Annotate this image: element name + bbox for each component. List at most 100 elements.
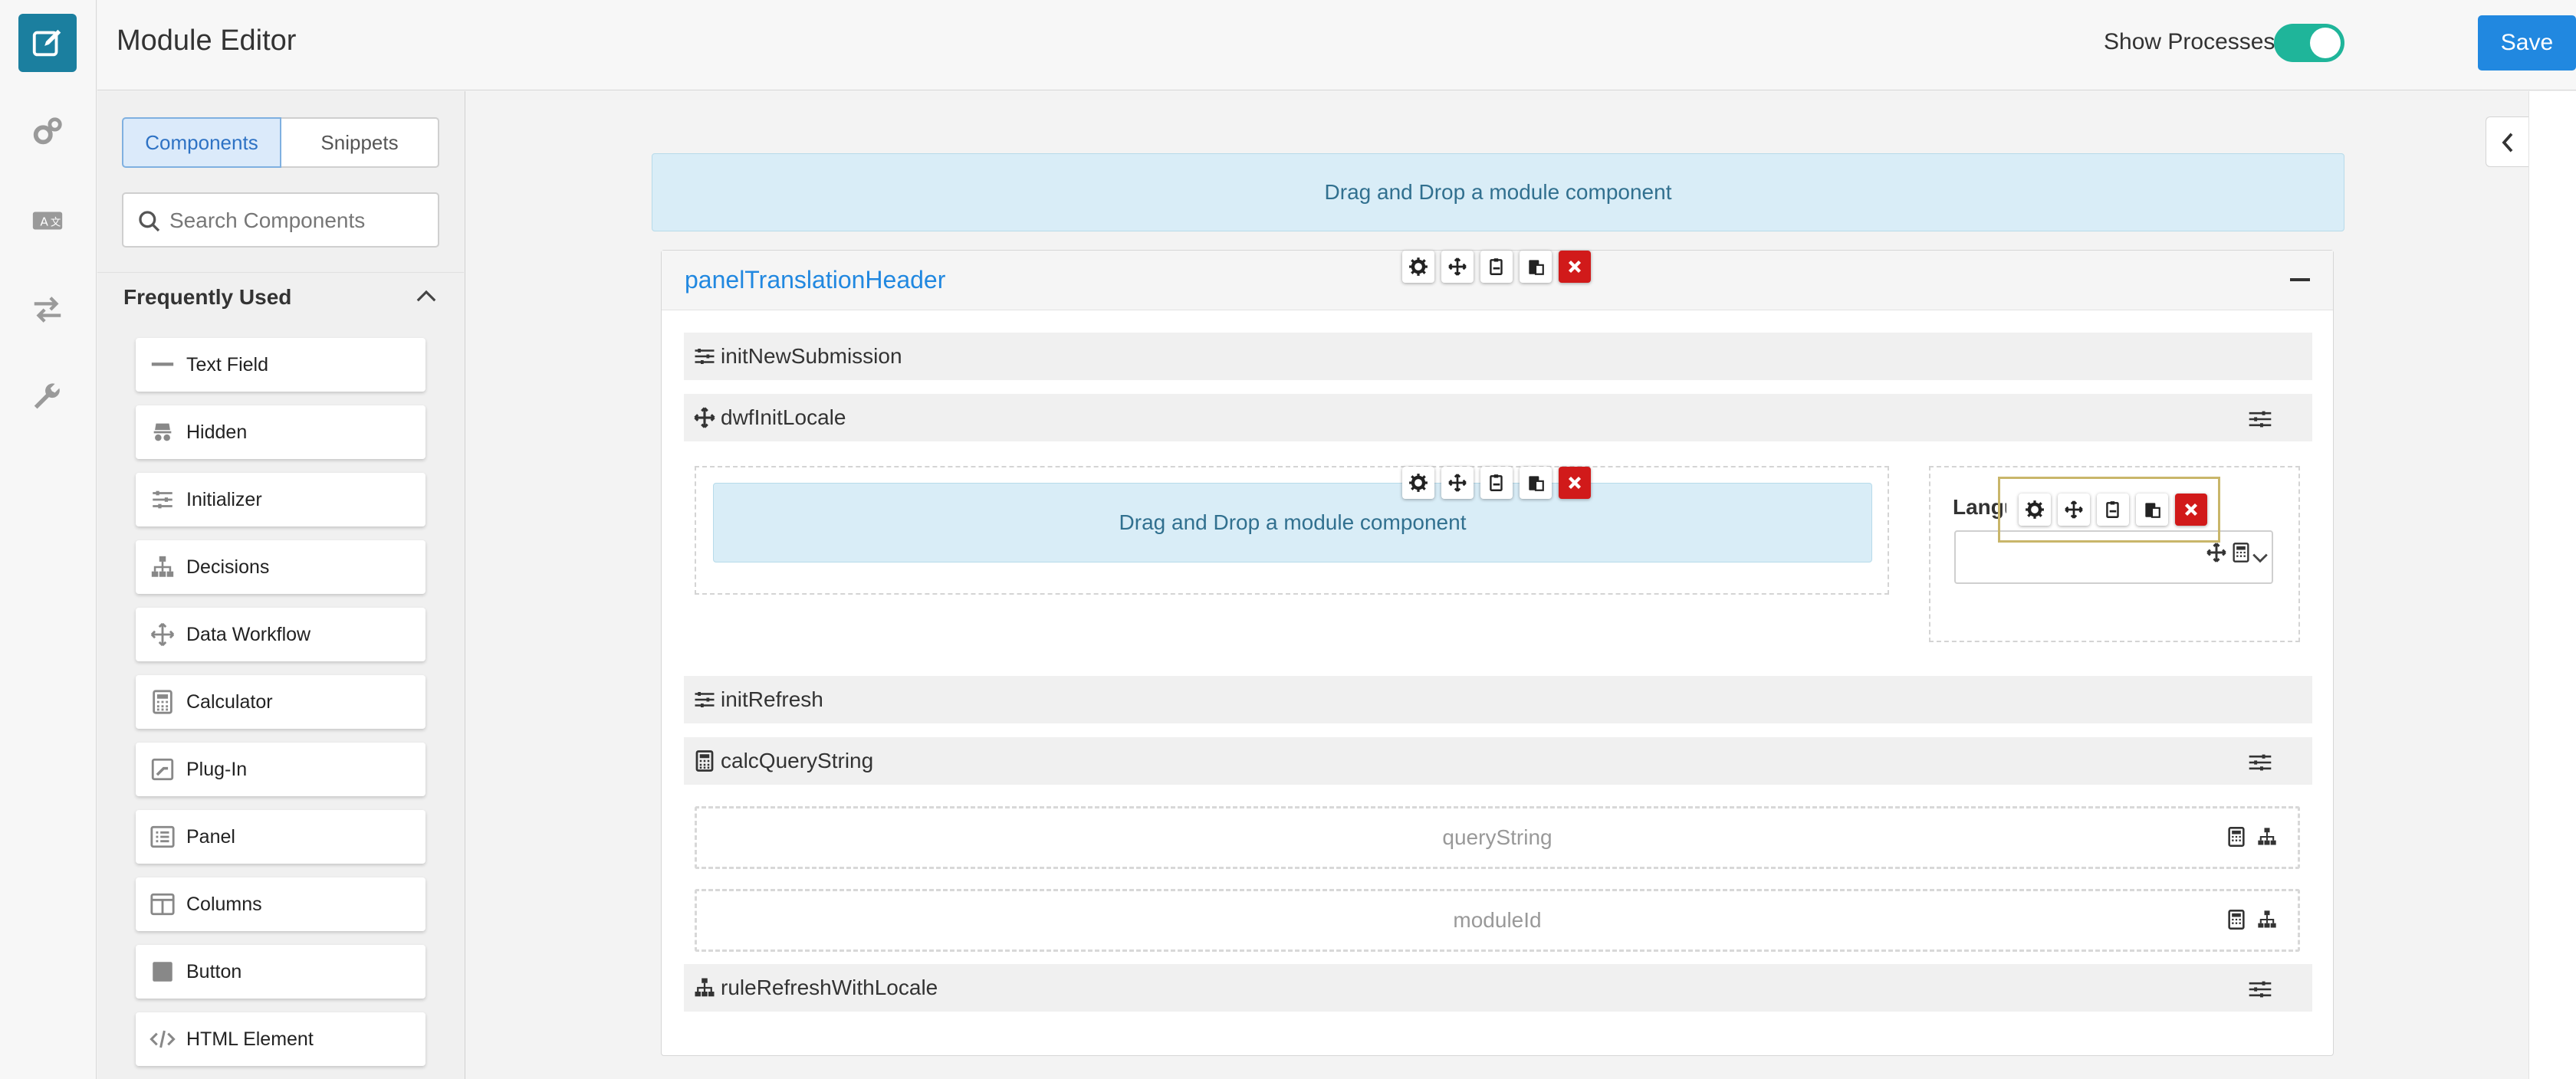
sliders-icon [695,692,715,707]
language-toolbar [2019,494,2207,526]
component-hidden[interactable]: Hidden [136,405,426,459]
settings-button[interactable] [2019,494,2051,526]
copy-button[interactable] [1480,467,1513,499]
expand-drawer-button[interactable] [2486,116,2528,167]
row-dwf-init-locale[interactable]: dwfInitLocale [684,394,2312,441]
save-button[interactable]: Save [2478,15,2576,71]
component-panel[interactable]: Panel [136,810,426,864]
move-arrows-icon [1448,474,1467,492]
clipboard-paste-icon [2145,503,2160,518]
component-data-workflow[interactable]: Data Workflow [136,608,426,661]
columns-icon [150,893,175,916]
component-button[interactable]: Button [136,945,426,999]
top-dropzone[interactable]: Drag and Drop a module component [652,153,2344,231]
move-arrows-icon [1448,257,1467,276]
sliders-icon [153,490,172,509]
panel-title[interactable]: panelTranslationHeader [685,266,945,294]
row-rule-refresh-with-locale[interactable]: ruleRefreshWithLocale [684,964,2312,1012]
delete-button[interactable] [1559,251,1591,283]
component-label: Data Workflow [186,623,311,645]
component-html-element[interactable]: HTML Element [136,1012,426,1066]
wrench-icon[interactable] [18,369,77,428]
settings-button[interactable] [1402,251,1434,283]
sliders-icon [695,349,715,364]
row-label: calcQueryString [721,749,874,772]
sliders-menu-icon[interactable] [2248,753,2272,772]
field-icons [2226,908,2278,931]
move-button[interactable] [2058,494,2090,526]
sitemap-icon [695,978,715,997]
component-label: Columns [186,893,262,915]
right-drawer [2528,91,2576,1079]
gear-icon [1409,257,1428,276]
row-init-new-submission[interactable]: initNewSubmission [684,333,2312,380]
frequently-used-header[interactable]: Frequently Used [97,272,464,318]
paste-button[interactable] [1520,467,1552,499]
component-decisions[interactable]: Decisions [136,540,426,594]
edit-icon[interactable] [18,14,77,72]
row-label: dwfInitLocale [721,405,846,429]
component-plug-in[interactable]: Plug-In [136,743,426,796]
component-label: Plug-In [186,758,248,780]
row-calc-query-string[interactable]: calcQueryString [684,737,2312,785]
clipboard-copy-icon [2106,501,2119,518]
field-module-id[interactable]: moduleId [695,889,2300,952]
tab-snippets[interactable]: Snippets [281,117,439,168]
panel-toolbar [1402,251,1591,283]
search-icon [139,211,160,232]
chevron-up-icon [416,290,436,302]
calculator-icon [153,690,172,714]
sliders-menu-icon[interactable] [2248,979,2272,999]
paste-button[interactable] [1520,251,1552,283]
column-dropzone[interactable]: Drag and Drop a module component [713,483,1872,562]
component-calculator[interactable]: Calculator [136,675,426,729]
settings-button[interactable] [1402,467,1434,499]
calculator-icon [2228,910,2245,930]
square-icon [153,962,172,982]
transfer-arrows-icon[interactable] [18,280,77,339]
sitemap-icon [2258,828,2276,845]
collapse-panel-icon[interactable] [2290,278,2310,281]
panel-tabs: Components Snippets [122,117,439,168]
move-arrows-icon [150,622,175,647]
show-processes-toggle[interactable] [2274,24,2344,62]
column-toolbar [1402,467,1591,499]
move-button[interactable] [1441,467,1474,499]
copy-button[interactable] [1480,251,1513,283]
left-rail: A文 [0,0,97,1079]
delete-button[interactable] [2175,494,2207,526]
calculator-icon [2233,543,2249,562]
search-box [122,192,439,248]
move-arrows-icon [694,407,715,428]
row-init-refresh[interactable]: initRefresh [684,676,2312,723]
field-query-string[interactable]: queryString [695,806,2300,869]
gears-icon[interactable] [18,103,77,161]
component-initializer[interactable]: Initializer [136,473,426,526]
component-label: Text Field [186,353,268,376]
close-icon [2184,503,2198,517]
delete-button[interactable] [1559,467,1591,499]
component-label: Panel [186,825,235,848]
sitemap-icon [151,556,174,577]
chevron-left-icon [2502,133,2513,153]
move-arrows-icon [2065,500,2083,519]
component-label: Initializer [186,488,262,510]
paste-button[interactable] [2136,494,2168,526]
section-title: Frequently Used [123,285,292,309]
translate-icon[interactable]: A文 [18,192,77,250]
component-columns[interactable]: Columns [136,877,426,931]
field-label: queryString [1442,825,1552,849]
copy-button[interactable] [2097,494,2129,526]
search-input[interactable] [169,202,430,240]
component-text-field[interactable]: Text Field [136,338,426,392]
row-label: initNewSubmission [721,344,902,368]
list-icon [150,825,175,848]
sliders-menu-icon[interactable] [2248,409,2272,429]
move-button[interactable] [1441,251,1474,283]
svg-text:A: A [40,215,48,229]
component-label: Hidden [186,421,248,443]
sitemap-icon [2258,910,2276,928]
svg-text:文: 文 [51,217,61,229]
page-title: Module Editor [117,25,297,57]
tab-components[interactable]: Components [122,117,281,168]
